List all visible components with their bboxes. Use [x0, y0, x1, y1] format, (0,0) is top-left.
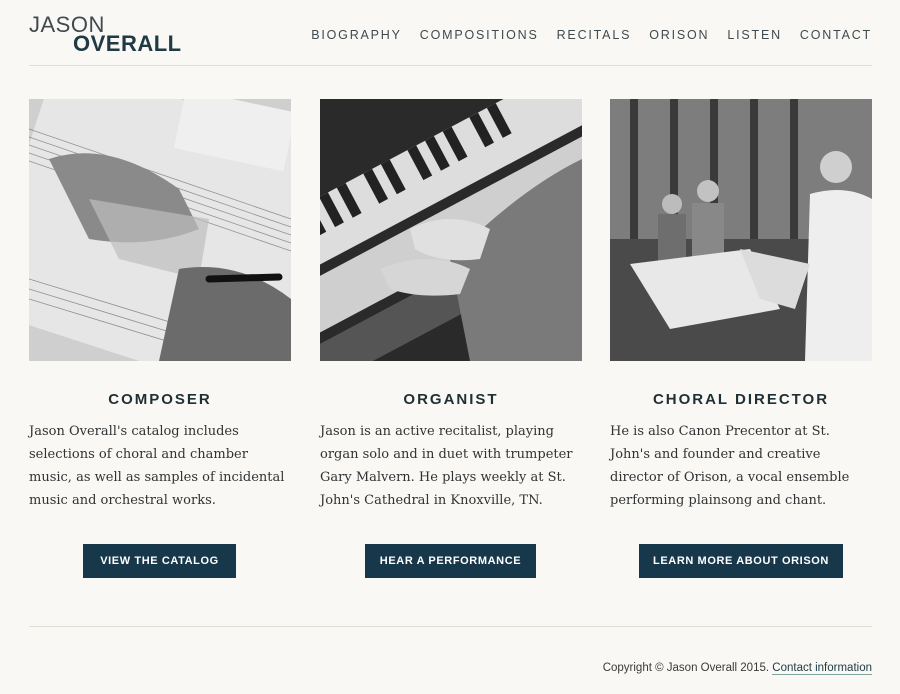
main-nav: BIOGRAPHY COMPOSITIONS RECITALS ORISON L…	[293, 28, 872, 42]
view-catalog-button[interactable]: VIEW THE CATALOG	[83, 544, 236, 578]
organist-photo	[320, 99, 582, 361]
nav-contact[interactable]: CONTACT	[800, 28, 872, 42]
nav-biography[interactable]: BIOGRAPHY	[311, 28, 402, 42]
hear-performance-button[interactable]: HEAR A PERFORMANCE	[365, 544, 536, 578]
composer-photo	[29, 99, 291, 361]
composer-title: COMPOSER	[108, 391, 212, 408]
nav-compositions[interactable]: COMPOSITIONS	[420, 28, 539, 42]
nav-orison[interactable]: ORISON	[649, 28, 709, 42]
learn-orison-button[interactable]: LEARN MORE ABOUT ORISON	[639, 544, 843, 578]
copyright-text: Copyright © Jason Overall 2015.	[602, 662, 770, 674]
organist-column: ORGANIST Jason is an active recitalist, …	[320, 99, 582, 512]
site-logo[interactable]: JASON OVERALL	[29, 14, 182, 55]
footer: Copyright © Jason Overall 2015. Contact …	[602, 662, 872, 675]
choral-title: CHORAL DIRECTOR	[652, 391, 830, 408]
choral-photo	[610, 99, 872, 361]
organist-text: Jason is an active recitalist, playing o…	[320, 424, 573, 508]
site-header: JASON OVERALL BIOGRAPHY COMPOSITIONS REC…	[29, 0, 872, 66]
footer-divider	[29, 626, 872, 627]
logo-line-2: OVERALL	[73, 31, 182, 56]
choral-column: CHORAL DIRECTOR He is also Canon Precent…	[610, 99, 872, 512]
organist-title: ORGANIST	[403, 391, 499, 408]
choral-text: He is also Canon Precentor at St. John's…	[610, 424, 850, 508]
contact-info-link[interactable]: Contact information	[772, 662, 872, 675]
composer-column: COMPOSER Jason Overall's catalog include…	[29, 99, 291, 512]
nav-listen[interactable]: LISTEN	[727, 28, 782, 42]
composer-text: Jason Overall's catalog includes selecti…	[29, 424, 285, 508]
nav-recitals[interactable]: RECITALS	[557, 28, 632, 42]
